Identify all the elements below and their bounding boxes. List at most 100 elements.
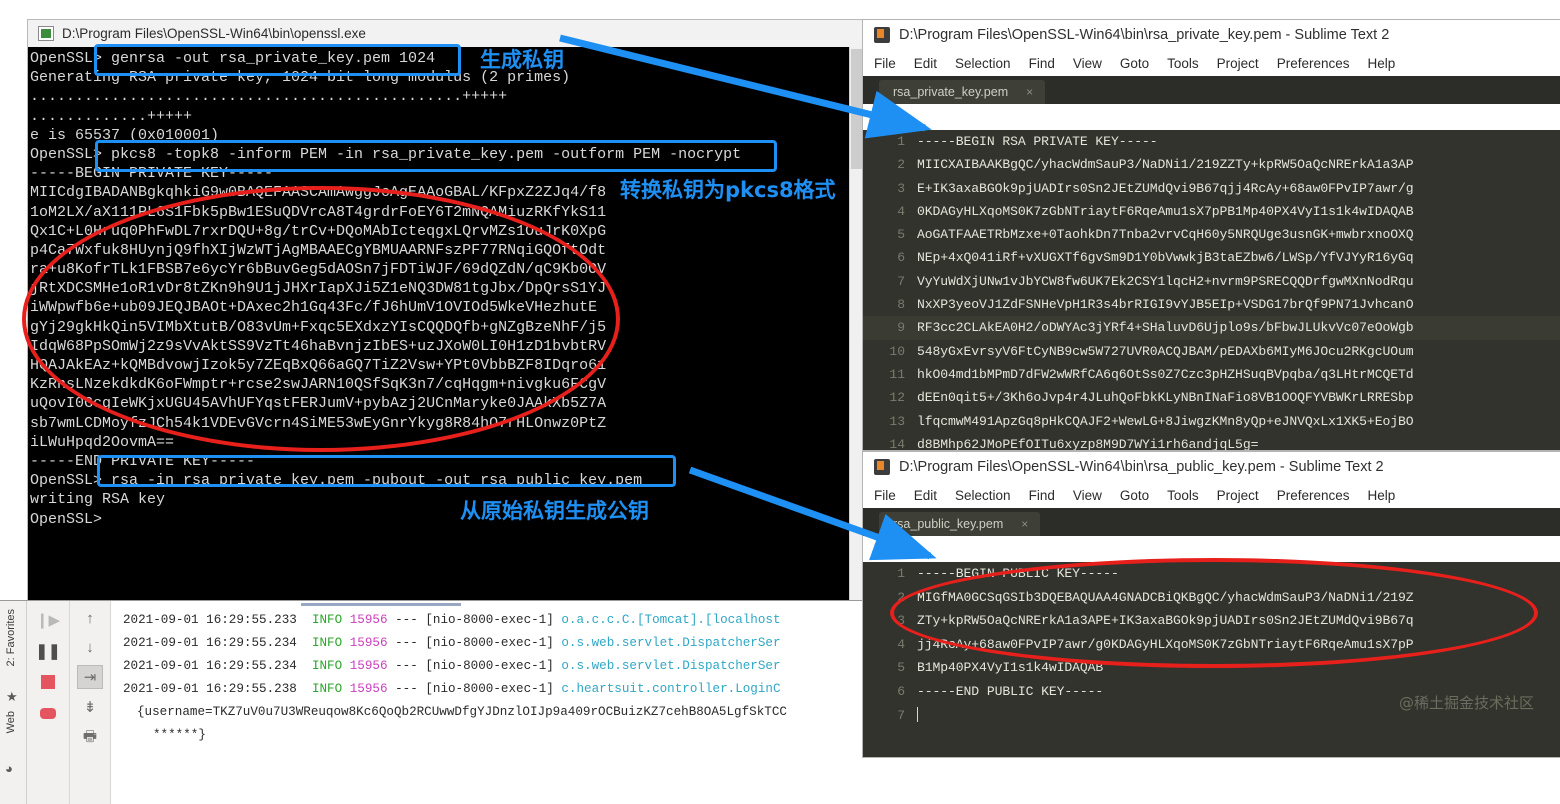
soft-wrap-icon[interactable]: ⇥ <box>77 665 103 689</box>
log-pid: 15956 <box>349 613 396 627</box>
line-content: RF3cc2CLAkEA0H2/oDWYAc3jYRf4+SHaluvD6Ujp… <box>917 320 1414 336</box>
favorites-label: 2: Favorites <box>5 609 17 667</box>
menu-file[interactable]: File <box>874 488 896 503</box>
web-label: Web <box>5 711 17 734</box>
terminal-output[interactable]: OpenSSL> genrsa -out rsa_private_key.pem… <box>28 47 866 600</box>
editor-line[interactable]: 2 MIGfMA0GCSqGSIb3DQEBAQUAA4GNADCBiQKBgQC… <box>863 586 1560 610</box>
menu-find[interactable]: Find <box>1029 56 1055 71</box>
sidebar-item-web[interactable]: Web <box>5 711 17 733</box>
ide-view-controls[interactable]: ↑ ↓ ⇥ ⇟ 🖶 <box>70 601 111 804</box>
sublime-private-titlebar[interactable]: D:\Program Files\OpenSSL-Win64\bin\rsa_p… <box>863 20 1560 50</box>
menu-help[interactable]: Help <box>1368 56 1396 71</box>
editor-line[interactable]: 3 ZTy+kpRW5OaQcNRErkA1a3APE+IK3axaBGOk9pj… <box>863 609 1560 633</box>
sublime-text-icon <box>874 459 890 475</box>
console-log-output[interactable]: 2021-09-01 16:29:55.233 INFO 15956 --- [… <box>111 601 866 804</box>
editor-line[interactable]: 4 0KDAGyHLXqoMS0K7zGbNTriaytF6RqeAmu1sX7p… <box>863 200 1560 223</box>
log-timestamp: 2021-09-01 16:29:55.234 <box>123 659 312 673</box>
menu-file[interactable]: File <box>874 56 896 71</box>
line-number: 6 <box>897 250 905 266</box>
editor-line[interactable]: 9 RF3cc2CLAkEA0H2/oDWYAc3jYRf4+SHaluvD6Uj… <box>863 316 1560 340</box>
editor-line[interactable]: 1 -----BEGIN RSA PRIVATE KEY----- <box>863 130 1560 153</box>
tab-rsa-private-key[interactable]: rsa_private_key.pem × <box>879 80 1046 104</box>
menu-view[interactable]: View <box>1073 488 1102 503</box>
line-number: 5 <box>897 227 905 243</box>
editor-line[interactable]: 14 d8BMhp62JMoPEfOITu6xyzp8M9D7WYi1rh6and… <box>863 433 1560 450</box>
ide-tool-window-bar[interactable]: 2: Favorites ★ Web ◕ <box>0 601 27 804</box>
editor-line[interactable]: 7 VyYuWdXjUNw1vJbYCW8fw6UK7Ek2CSY1lqcH2+n… <box>863 270 1560 293</box>
line-number: 3 <box>897 613 905 629</box>
editor-line[interactable]: 3 E+IK3axaBGOk9pjUADIrs0Sn2JEtZUMdQvi9B67… <box>863 177 1560 200</box>
pause-icon[interactable]: ❚❚ <box>35 640 60 662</box>
ide-run-controls[interactable]: ❙▶ ❚❚ <box>27 601 70 804</box>
tab-rsa-public-key[interactable]: rsa_public_key.pem × <box>879 512 1041 536</box>
terminal-line: OpenSSL> rsa -in rsa_private_key.pem -pu… <box>30 472 643 490</box>
editor-line[interactable]: 8 NxXP3yeoVJ1ZdFSNHeVpH1R3s4brRIGI9vYJB5E… <box>863 293 1560 316</box>
sublime-private-editor[interactable]: 1 -----BEGIN RSA PRIVATE KEY----- 2 MIICXAI… <box>863 130 1560 450</box>
close-icon[interactable]: × <box>1021 517 1028 531</box>
sublime-private-menubar[interactable]: File Edit Selection Find View Goto Tools… <box>863 50 1560 76</box>
annotation-pkcs8: 转换私钥为pkcs8格式 <box>620 178 836 202</box>
menu-help[interactable]: Help <box>1368 488 1396 503</box>
console-tab-underline <box>111 601 461 606</box>
sublime-private-tabstrip[interactable]: rsa_private_key.pem × <box>863 76 1560 104</box>
scroll-down-icon[interactable]: ↓ <box>78 636 102 658</box>
log-separator: --- <box>395 659 426 673</box>
sidebar-item-favorites[interactable]: 2: Favorites <box>5 609 17 666</box>
line-content: lfqcmwM491ApzGq8pHkCQAJF2+WewLG+8JiwgzKM… <box>917 413 1414 429</box>
terminal-title: D:\Program Files\OpenSSL-Win64\bin\opens… <box>62 26 366 41</box>
sublime-public-editor[interactable]: 1 -----BEGIN PUBLIC KEY----- 2 MIGfMA0GCSqG… <box>863 562 1560 757</box>
menu-project[interactable]: Project <box>1217 56 1259 71</box>
log-payload-line: ******} <box>153 728 206 742</box>
menu-goto[interactable]: Goto <box>1120 56 1149 71</box>
terminal-line: uQovI0GcgIeWKjxUGU45AVhUFYqstFERJumV+pyb… <box>30 395 607 413</box>
menu-preferences[interactable]: Preferences <box>1277 488 1350 503</box>
terminal-line: iLWuHpqd2OovmA== <box>30 433 175 451</box>
ide-run-console[interactable]: 2: Favorites ★ Web ◕ ❙▶ ❚❚ ↑ ↓ ⇥ ⇟ 🖶 202… <box>0 600 866 804</box>
globe-icon: ◕ <box>5 761 13 776</box>
menu-selection[interactable]: Selection <box>955 56 1011 71</box>
menu-preferences[interactable]: Preferences <box>1277 56 1350 71</box>
log-timestamp: 2021-09-01 16:29:55.233 <box>123 613 312 627</box>
menu-project[interactable]: Project <box>1217 488 1259 503</box>
line-number: 13 <box>889 413 905 429</box>
menu-edit[interactable]: Edit <box>914 56 937 71</box>
menu-selection[interactable]: Selection <box>955 488 1011 503</box>
terminal-line: p4Ca7Wxfuk8HUynjQ9fhXIjWzWTjAgMBAAECgYBM… <box>30 241 607 259</box>
editor-line[interactable]: 1 -----BEGIN PUBLIC KEY----- <box>863 562 1560 586</box>
terminal-titlebar[interactable]: D:\Program Files\OpenSSL-Win64\bin\opens… <box>28 20 866 48</box>
openssl-terminal-window[interactable]: D:\Program Files\OpenSSL-Win64\bin\opens… <box>28 20 866 600</box>
menu-goto[interactable]: Goto <box>1120 488 1149 503</box>
log-logger: o.s.web.servlet.DispatcherSer <box>561 636 781 650</box>
sublime-public-menubar[interactable]: File Edit Selection Find View Goto Tools… <box>863 482 1560 508</box>
menu-view[interactable]: View <box>1073 56 1102 71</box>
editor-line[interactable]: 4 jj4RcAy+68aw0FPvIP7awr/g0KDAGyHLXqoMS0K… <box>863 633 1560 657</box>
editor-line[interactable]: 5 AoGATFAAETRbMzxe+0TaohkDn7Tnba2vrvCqH60… <box>863 223 1560 246</box>
stop-icon[interactable] <box>36 671 60 693</box>
editor-line[interactable]: 12 dEEn0qit5+/3Kh6oJvp4r4JLuhQoFbkKLyNBnI… <box>863 386 1560 409</box>
scroll-to-end-icon[interactable]: ⇟ <box>78 696 102 718</box>
menu-find[interactable]: Find <box>1029 488 1055 503</box>
menu-tools[interactable]: Tools <box>1167 56 1199 71</box>
line-content: jj4RcAy+68aw0FPvIP7awr/g0KDAGyHLXqoMS0K7… <box>917 636 1414 652</box>
camera-icon[interactable] <box>36 702 60 724</box>
editor-line[interactable]: 5 B1Mp40PX4VyI1s1k4wIDAQAB <box>863 656 1560 680</box>
editor-line[interactable]: 2 MIICXAIBAAKBgQC/yhacWdmSauP3/NaDNi1/219… <box>863 153 1560 176</box>
editor-line[interactable]: 6 NEp+4xQ041iRf+vXUGXTf6gvSm9D1Y0bVwwkjB3… <box>863 246 1560 269</box>
editor-line[interactable]: 13 lfqcmwM491ApzGq8pHkCQAJF2+WewLG+8Jiwgz… <box>863 410 1560 433</box>
sublime-public-tabstrip[interactable]: rsa_public_key.pem × <box>863 508 1560 536</box>
sublime-public-key-window[interactable]: D:\Program Files\OpenSSL-Win64\bin\rsa_p… <box>863 452 1560 757</box>
editor-line[interactable]: 10 548yGxEvrsyV6FtCyNB9cw5W727UVR0ACQJBAM… <box>863 340 1560 363</box>
sublime-private-key-window[interactable]: D:\Program Files\OpenSSL-Win64\bin\rsa_p… <box>863 20 1560 450</box>
log-level: INFO <box>311 682 350 696</box>
close-icon[interactable]: × <box>1026 85 1033 99</box>
print-icon[interactable]: 🖶 <box>78 725 102 747</box>
sublime-public-titlebar[interactable]: D:\Program Files\OpenSSL-Win64\bin\rsa_p… <box>863 452 1560 482</box>
log-level: INFO <box>311 659 350 673</box>
resume-icon[interactable]: ❙▶ <box>36 609 60 631</box>
editor-line[interactable]: 11 hkO04md1bMPmD7dFW2wWRfCA6q6OtSs0Z7Czc3… <box>863 363 1560 386</box>
annotation-genrsa: 生成私钥 <box>480 48 564 72</box>
menu-edit[interactable]: Edit <box>914 488 937 503</box>
scroll-up-icon[interactable]: ↑ <box>78 607 102 629</box>
line-number: 7 <box>897 273 905 289</box>
menu-tools[interactable]: Tools <box>1167 488 1199 503</box>
